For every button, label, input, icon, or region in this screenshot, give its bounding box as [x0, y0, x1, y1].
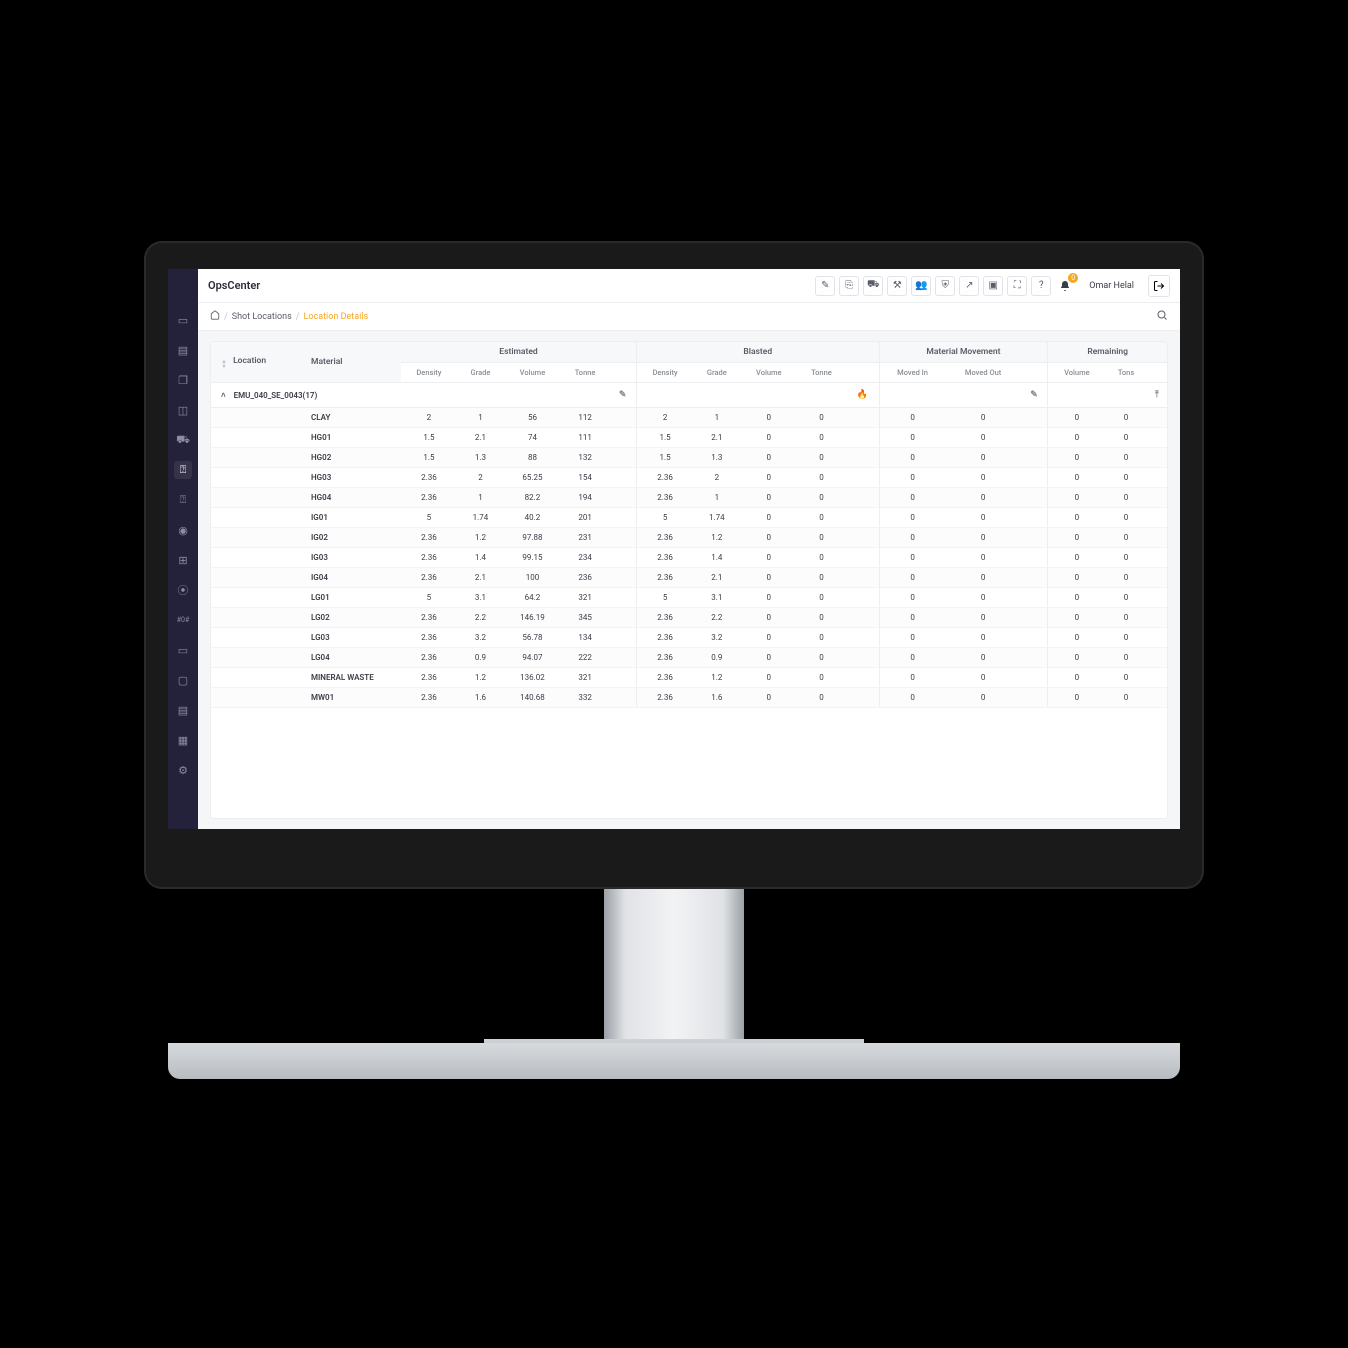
- group-row[interactable]: ˄ EMU_040_SE_0043(17) ✎ 🔥 ✎: [211, 383, 1167, 408]
- edit-movement-icon[interactable]: ✎: [1030, 390, 1038, 400]
- sidebar-item-hash-icon[interactable]: #0#: [174, 611, 192, 629]
- cell-material: HG01: [301, 428, 401, 448]
- col-moved-out: Moved Out: [946, 363, 1021, 383]
- sidebar-item-truck-icon[interactable]: ⛟: [174, 431, 192, 449]
- cell-material: LG01: [301, 588, 401, 608]
- group-location: EMU_040_SE_0043(17): [234, 391, 318, 400]
- cell-material: LG02: [301, 608, 401, 628]
- table-row: LG0153.164.232153.1000000: [211, 588, 1167, 608]
- toolbar-shield-icon[interactable]: ⛨: [935, 276, 955, 296]
- col-est-tonne: Tonne: [561, 363, 610, 383]
- sidebar-item-dashboard-icon[interactable]: ▭: [174, 311, 192, 329]
- cell-material: IG01: [301, 508, 401, 528]
- topbar: OpsCenter ✎ ⎘ ⛟ ⚒ 👥 ⛨ ↗ ▣ ⛶ ?: [198, 269, 1180, 303]
- search-icon[interactable]: [1156, 309, 1168, 324]
- table-row: HG032.36265.251542.362000000: [211, 468, 1167, 488]
- table-row: HG011.52.1741111.52.1000000: [211, 428, 1167, 448]
- sidebar: ▭ ▤ ❐ ◫ ⛟ ⍰ ⍰ ◉ ⊞ ⦿ #0# ▭ ▢ ▤ ▦ ⚙: [168, 269, 198, 829]
- sort-icon[interactable]: ▲▼: [221, 359, 227, 369]
- cell-material: LG04: [301, 648, 401, 668]
- sidebar-item-box-icon[interactable]: ◫: [174, 401, 192, 419]
- col-bl-tonne: Tonne: [797, 363, 846, 383]
- cell-material: MW01: [301, 688, 401, 708]
- edit-estimated-icon[interactable]: ✎: [619, 390, 627, 400]
- col-moved-in: Moved In: [879, 363, 946, 383]
- cell-material: HG02: [301, 448, 401, 468]
- col-est-density: Density: [401, 363, 457, 383]
- toolbar-image-icon[interactable]: ▣: [983, 276, 1003, 296]
- cell-material: IG03: [301, 548, 401, 568]
- toolbar-external-icon[interactable]: ↗: [959, 276, 979, 296]
- col-bl-volume: Volume: [740, 363, 797, 383]
- sidebar-item-pin-icon[interactable]: ⦿: [174, 581, 192, 599]
- col-group-blasted: Blasted: [637, 342, 880, 363]
- col-group-estimated: Estimated: [401, 342, 637, 363]
- toolbar-truck-icon[interactable]: ⛟: [863, 276, 883, 296]
- toolbar-edit-icon[interactable]: ✎: [815, 276, 835, 296]
- table-row: LG032.363.256.781342.363.2000000: [211, 628, 1167, 648]
- sidebar-item-clipboard-icon[interactable]: ▤: [174, 341, 192, 359]
- cell-material: CLAY: [301, 408, 401, 428]
- col-material: Material: [301, 342, 401, 383]
- logout-icon[interactable]: [1148, 275, 1170, 297]
- home-icon[interactable]: [210, 310, 220, 323]
- collapse-icon[interactable]: ˄: [221, 391, 226, 400]
- sidebar-item-report-icon[interactable]: ▦: [174, 731, 192, 749]
- breadcrumb-current: Location Details: [304, 312, 369, 322]
- toolbar-help-icon[interactable]: ?: [1031, 276, 1051, 296]
- app-title: OpsCenter: [208, 279, 260, 292]
- col-group-remaining: Remaining: [1048, 342, 1167, 363]
- toolbar-people-icon[interactable]: 👥: [911, 276, 931, 296]
- table-row: IG0151.7440.220151.74000000: [211, 508, 1167, 528]
- sidebar-item-tree-icon[interactable]: ⊞: [174, 551, 192, 569]
- toolbar-digger-icon[interactable]: ⚒: [887, 276, 907, 296]
- sidebar-item-layers-icon[interactable]: ❐: [174, 371, 192, 389]
- cell-material: IG04: [301, 568, 401, 588]
- sidebar-item-doc-icon[interactable]: ▤: [174, 701, 192, 719]
- table-row: MINERAL WASTE2.361.2136.023212.361.20000…: [211, 668, 1167, 688]
- table-row: HG042.36182.21942.361000000: [211, 488, 1167, 508]
- col-bl-grade: Grade: [693, 363, 740, 383]
- cell-material: HG03: [301, 468, 401, 488]
- cell-material: LG03: [301, 628, 401, 648]
- col-bl-density: Density: [637, 363, 694, 383]
- col-group-movement: Material Movement: [879, 342, 1048, 363]
- export-icon[interactable]: ⤒: [1155, 390, 1159, 400]
- toolbar-copy-icon[interactable]: ⎘: [839, 276, 859, 296]
- sidebar-item-users-icon[interactable]: ⍰: [174, 491, 192, 509]
- table-row: IG032.361.499.152342.361.4000000: [211, 548, 1167, 568]
- cell-material: IG02: [301, 528, 401, 548]
- col-rem-volume: Volume: [1048, 363, 1106, 383]
- materials-table: ▲▼ Location Material Estimated Blasted M…: [210, 341, 1168, 819]
- col-est-volume: Volume: [504, 363, 561, 383]
- breadcrumb-bar: / Shot Locations / Location Details: [198, 303, 1180, 331]
- sidebar-item-card-icon[interactable]: ▭: [174, 641, 192, 659]
- fire-icon[interactable]: 🔥: [857, 390, 868, 400]
- toolbar-fullscreen-icon[interactable]: ⛶: [1007, 276, 1027, 296]
- sidebar-item-gear-icon[interactable]: ⚙: [174, 761, 192, 779]
- table-row: CLAY215611221000000: [211, 408, 1167, 428]
- user-name[interactable]: Omar Helal: [1089, 281, 1134, 291]
- col-rem-tons: Tons: [1105, 363, 1146, 383]
- cell-material: HG04: [301, 488, 401, 508]
- notifications-bell-icon[interactable]: 0: [1055, 276, 1075, 296]
- table-row: IG042.362.11002362.362.1000000: [211, 568, 1167, 588]
- table-row: LG042.360.994.072222.360.9000000: [211, 648, 1167, 668]
- table-row: LG022.362.2146.193452.362.2000000: [211, 608, 1167, 628]
- notification-badge: 0: [1068, 273, 1078, 283]
- table-row: HG021.51.3881321.51.3000000: [211, 448, 1167, 468]
- breadcrumb-level-1[interactable]: Shot Locations: [232, 312, 292, 322]
- col-location: Location: [233, 356, 266, 366]
- table-row: IG022.361.297.882312.361.2000000: [211, 528, 1167, 548]
- cell-material: MINERAL WASTE: [301, 668, 401, 688]
- table-row: MW012.361.6140.683322.361.6000000: [211, 688, 1167, 708]
- sidebar-item-chat-icon[interactable]: ▢: [174, 671, 192, 689]
- col-est-grade: Grade: [457, 363, 504, 383]
- sidebar-item-user-icon[interactable]: ⍰: [174, 461, 192, 479]
- sidebar-item-shield-icon[interactable]: ◉: [174, 521, 192, 539]
